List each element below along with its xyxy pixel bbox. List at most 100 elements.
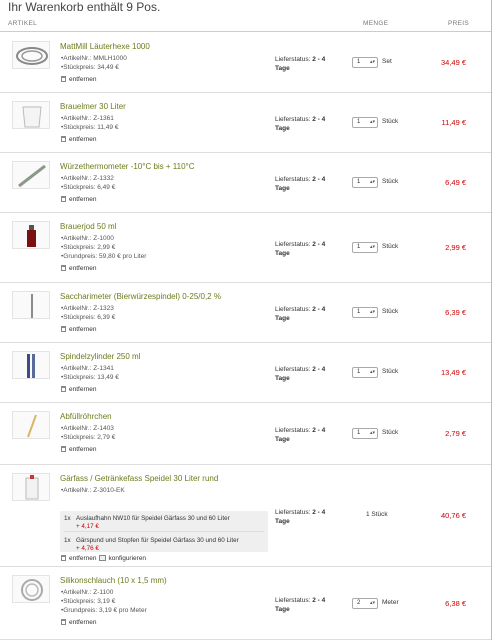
cart-row: Saccharimeter (Bierwürzespindel) 0-25/0,… [0,283,492,343]
quantity-select[interactable]: 1 ▴▾ [352,428,378,439]
trash-icon [61,326,66,332]
product-name-link[interactable]: Silikonschlauch (10 x 1,5 mm) [60,576,167,585]
trash-icon [61,265,66,271]
cart-row: Abfüllröhrchen ArtikelNr.: Z-1403Stückpre… [0,403,492,465]
quantity-value: 2 [357,600,361,606]
cart-row: Brauerjod 50 ml ArtikelNr.: Z-1000Stückpr… [0,213,492,283]
stepper-arrows-icon: ▴▾ [369,119,375,125]
product-thumbnail[interactable] [12,575,50,603]
quantity-unit: 1 Stück [366,511,388,518]
cart-row: Spindelzylinder 250 ml ArtikelNr.: Z-1341… [0,343,492,403]
product-name-link[interactable]: Brauerjod 50 ml [60,222,116,231]
product-thumbnail[interactable] [12,473,50,501]
delivery-status-line: Lieferstatus: 2 - 4 [275,240,325,249]
subitem: 1x Auslaufhahn NW10 für Speidel Gärfass 3… [64,515,264,531]
delivery-status-label: Lieferstatus: [275,306,311,313]
quantity-select[interactable]: 1 ▴▾ [352,117,378,128]
subitem-box: 1x Auslaufhahn NW10 für Speidel Gärfass 3… [60,511,268,552]
product-detail: Stückpreis: 6,39 € [61,313,115,322]
product-thumbnail[interactable] [12,161,50,189]
product-thumbnail[interactable] [12,41,50,69]
remove-label: entfernen [69,196,97,203]
thermometer-icon [13,164,49,188]
quantity-select[interactable]: 1 ▴▾ [352,177,378,188]
quantity-select[interactable]: 1 ▴▾ [352,242,378,253]
quantity-select[interactable]: 1 ▴▾ [352,57,378,68]
delivery-status: Lieferstatus: 2 - 4 Tage [275,240,325,258]
quantity-value: 1 [357,244,361,250]
line-total-price: 6,39 € [445,308,466,317]
column-header-price: PREIS [448,20,470,27]
product-name-link[interactable]: Gärfass / Getränkefass Speidel 30 Liter … [60,474,218,483]
product-detail: ArtikelNr.: Z-3010-EK [61,486,124,495]
cart-title: Ihr Warenkorb enthält 9 Pos. [8,0,161,14]
product-name-link[interactable]: Spindelzylinder 250 ml [60,352,141,361]
remove-link[interactable]: entfernen konfigurieren [61,555,146,562]
product-thumbnail[interactable] [12,291,50,319]
product-detail: ArtikelNr.: Z-1323 [61,304,115,313]
line-total-price: 40,76 € [440,511,466,520]
subitem-text: Gärspund und Stopfen für Speidel Gärfass… [76,537,239,544]
remove-label: entfernen [69,386,97,393]
line-total-price: 11,49 € [441,118,466,127]
delivery-status-value: 2 - 4 [312,116,326,123]
product-detail: ArtikelNr.: Z-1403 [61,424,115,433]
product-details: ArtikelNr.: Z-1100Stückpreis: 3,19 €Grun… [61,588,146,615]
remove-link[interactable]: entfernen [61,196,96,203]
trash-icon [61,619,66,625]
product-detail: ArtikelNr.: Z-1361 [61,114,118,123]
delivery-status-unit: Tage [275,250,290,257]
configure-link[interactable]: konfigurieren [99,555,146,562]
product-name-link[interactable]: MattMill Läuterhexe 1000 [60,42,150,51]
product-thumbnail[interactable] [12,221,50,249]
delivery-status-unit: Tage [275,185,290,192]
remove-link[interactable]: entfernen [61,326,96,333]
product-name-link[interactable]: Würzethermometer -10°C bis + 110°C [60,162,195,171]
stepper-arrows-icon: ▴▾ [369,309,375,315]
quantity-unit: Stück [382,368,399,375]
delivery-status-label: Lieferstatus: [275,116,311,123]
delivery-status: Lieferstatus: 2 - 4 Tage [275,426,325,444]
delivery-status-line: Lieferstatus: 2 - 4 [275,305,325,314]
remove-link[interactable]: entfernen [61,619,96,626]
delivery-status-unit: Tage [275,606,290,613]
line-total-price: 6,49 € [445,178,466,187]
quantity-select[interactable]: 1 ▴▾ [352,367,378,378]
remove-label: entfernen [69,265,97,272]
header-divider [0,31,492,32]
product-detail: Stückpreis: 6,49 € [61,183,115,192]
trash-icon [61,446,66,452]
delivery-status: Lieferstatus: 2 - 4 Tage [275,508,325,526]
product-detail: Stückpreis: 11,49 € [61,123,118,132]
line-total-price: 13,49 € [440,368,466,377]
delivery-status-label: Lieferstatus: [275,509,311,516]
product-thumbnail[interactable] [12,351,50,379]
trash-icon [61,386,66,392]
remove-link[interactable]: entfernen [61,446,96,453]
delivery-status-unit: Tage [275,518,290,525]
remove-link[interactable]: entfernen [61,136,96,143]
remove-link[interactable]: entfernen [61,386,96,393]
delivery-status-line: Lieferstatus: 2 - 4 [275,175,325,184]
subitem-divider [64,531,264,532]
remove-link[interactable]: entfernen [61,76,96,83]
quantity-value: 1 [357,119,361,125]
fermenter-icon [13,475,49,500]
stepper-arrows-icon: ▴▾ [369,369,375,375]
quantity-select[interactable]: 1 ▴▾ [352,307,378,318]
delivery-status: Lieferstatus: 2 - 4 Tage [275,365,325,383]
product-name-link[interactable]: Saccharimeter (Bierwürzespindel) 0-25/0,… [60,292,221,301]
product-details: ArtikelNr.: Z-1341Stückpreis: 13,49 € [61,364,119,382]
remove-link[interactable]: entfernen [61,265,96,272]
stepper-arrows-icon: ▴▾ [369,600,375,606]
delivery-status-value: 2 - 4 [312,366,326,373]
product-detail: Stückpreis: 2,99 € [61,243,146,252]
product-name-link[interactable]: Abfüllröhrchen [60,412,112,421]
product-thumbnail[interactable] [12,411,50,439]
quantity-select[interactable]: 2 ▴▾ [352,598,378,609]
quantity-unit: Stück [382,178,399,185]
product-name-link[interactable]: Brauelmer 30 Liter [60,102,126,111]
delivery-status-line: Lieferstatus: 2 - 4 [275,115,325,124]
delivery-status-value: 2 - 4 [312,56,326,63]
product-thumbnail[interactable] [12,101,50,129]
